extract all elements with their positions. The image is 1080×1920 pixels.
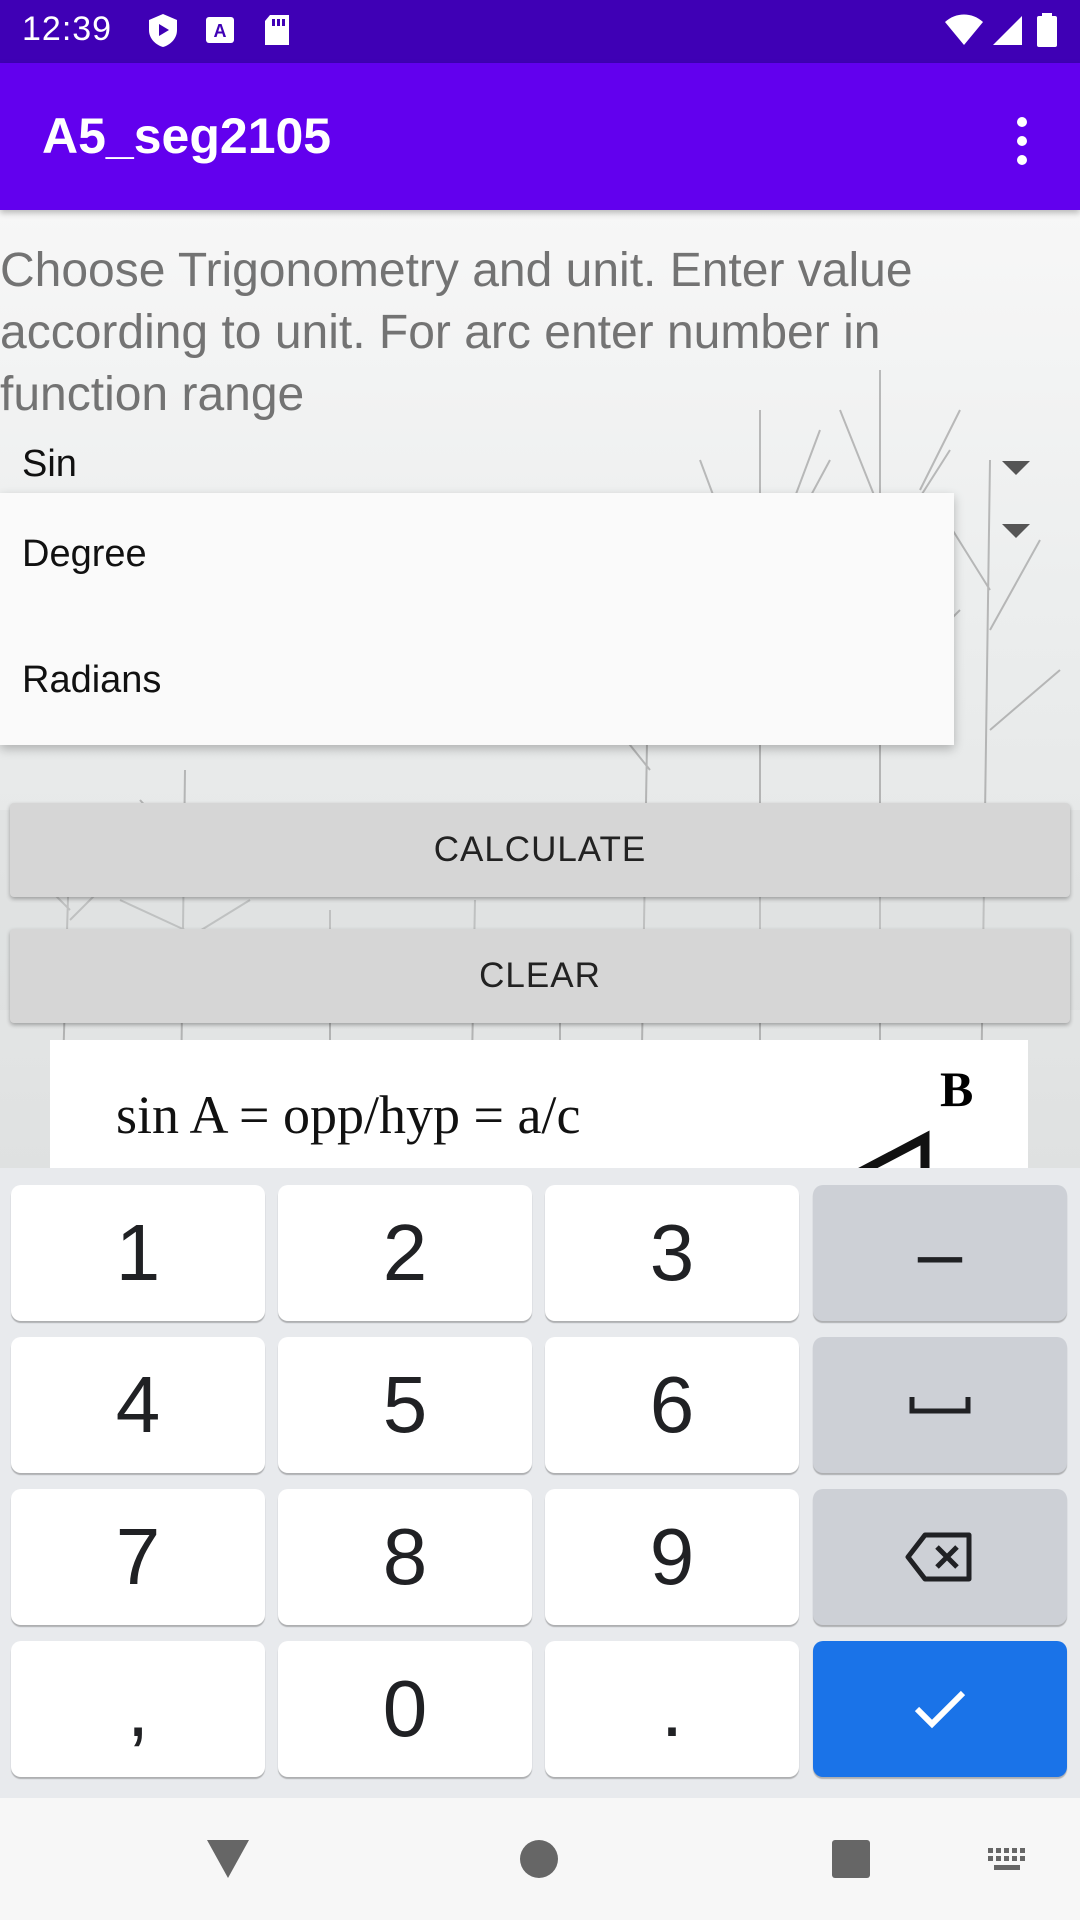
key-2[interactable]: 2: [278, 1185, 532, 1321]
battery-icon: [1037, 13, 1057, 47]
numeric-keyboard: 1 2 3 – 4 5 6 7 8 9 , 0 .: [0, 1168, 1080, 1798]
play-protect-icon: [149, 14, 177, 47]
space-icon: [909, 1397, 971, 1414]
key-8[interactable]: 8: [278, 1489, 532, 1625]
key-7[interactable]: 7: [11, 1489, 265, 1625]
key-3[interactable]: 3: [545, 1185, 799, 1321]
recents-icon[interactable]: [830, 1838, 872, 1880]
chevron-down-icon: [1002, 524, 1030, 538]
app-bar: A5_seg2105: [0, 63, 1080, 210]
instructions-text: Choose Trigonometry and unit. Enter valu…: [0, 244, 913, 421]
backspace-icon: [905, 1532, 972, 1582]
formula-image: sin A = opp/hyp = a/c B: [50, 1040, 1028, 1168]
accessibility-icon: A: [206, 17, 234, 43]
key-4[interactable]: 4: [11, 1337, 265, 1473]
calculate-button[interactable]: CALCULATE: [10, 803, 1070, 897]
formula-text: sin A = opp/hyp = a/c: [116, 1085, 581, 1145]
function-spinner[interactable]: Sin: [0, 435, 1080, 499]
sd-card-icon: [265, 15, 289, 45]
key-space[interactable]: [813, 1337, 1067, 1473]
clear-button[interactable]: CLEAR: [10, 929, 1070, 1023]
key-0[interactable]: 0: [278, 1641, 532, 1777]
wifi-icon: [945, 14, 983, 45]
navigation-bar: [0, 1798, 1080, 1920]
key-period[interactable]: .: [545, 1641, 799, 1777]
unit-dropdown-menu: Degree Radians: [0, 493, 954, 745]
checkmark-icon: [914, 1690, 966, 1729]
keyboard-switch-icon[interactable]: [986, 1846, 1030, 1874]
status-bar: 12:39 A: [0, 0, 1080, 63]
overflow-menu-icon[interactable]: [1000, 113, 1044, 173]
main-content: Choose Trigonometry and unit. Enter valu…: [0, 210, 1080, 1168]
key-comma[interactable]: ,: [11, 1641, 265, 1777]
status-time: 12:39: [22, 10, 113, 48]
signal-icon: [993, 16, 1022, 45]
app-title: A5_seg2105: [42, 108, 332, 164]
dropdown-item-radians[interactable]: Radians: [22, 659, 161, 702]
chevron-down-icon: [1002, 461, 1030, 475]
key-done[interactable]: [813, 1641, 1067, 1777]
triangle-diagram: [858, 1130, 930, 1168]
back-icon[interactable]: [205, 1838, 251, 1880]
svg-text:A: A: [214, 21, 227, 41]
dropdown-item-degree[interactable]: Degree: [22, 533, 147, 576]
key-backspace[interactable]: [813, 1489, 1067, 1625]
home-icon[interactable]: [518, 1838, 560, 1880]
key-5[interactable]: 5: [278, 1337, 532, 1473]
key-minus[interactable]: –: [813, 1185, 1067, 1321]
key-1[interactable]: 1: [11, 1185, 265, 1321]
key-6[interactable]: 6: [545, 1337, 799, 1473]
key-9[interactable]: 9: [545, 1489, 799, 1625]
function-spinner-value: Sin: [22, 443, 77, 485]
